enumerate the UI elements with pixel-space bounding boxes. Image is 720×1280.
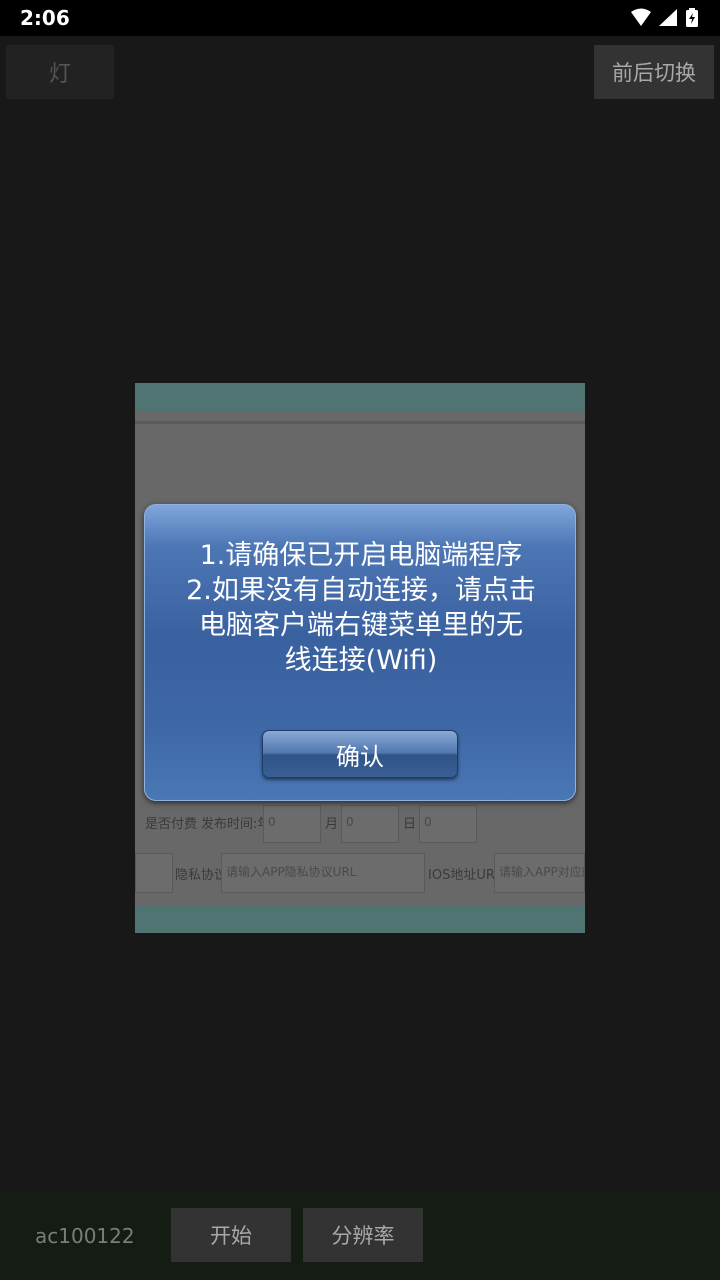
confirm-button[interactable]: 确认 — [262, 730, 458, 778]
preview-left-field — [135, 853, 173, 893]
preview-month-field: 0 — [341, 805, 399, 843]
resolution-button[interactable]: 分辨率 — [303, 1208, 423, 1262]
preview-release-label: 发布时间:年 — [201, 817, 271, 832]
dialog-line: 线连接(Wifi) — [284, 645, 438, 676]
start-button[interactable]: 开始 — [171, 1208, 291, 1262]
preview-paid-label: 是否付费 — [145, 817, 198, 832]
preview-day-label: 日 — [403, 817, 417, 832]
preview-bottom-strip — [135, 905, 585, 933]
light-button[interactable]: 灯 — [6, 45, 114, 99]
preview-month-label: 月 — [325, 817, 339, 832]
preview-year-field: 0 — [263, 805, 321, 843]
dialog-line: 2.如果没有自动连接，请点击 — [186, 575, 536, 606]
preview-day-field: 0 — [419, 805, 477, 843]
status-time: 2:06 — [20, 6, 70, 30]
status-bar: 2:06 — [0, 0, 720, 36]
preview-privacy-field: 请输入APP隐私协议URL — [221, 853, 425, 893]
battery-charging-icon — [686, 8, 698, 27]
device-id: ac100122 — [35, 1224, 135, 1248]
wifi-icon — [631, 8, 651, 26]
status-icons — [630, 7, 702, 29]
camera-switch-button[interactable]: 前后切换 — [594, 45, 714, 99]
preview-ios-label: IOS地址URL — [428, 868, 503, 883]
preview-ios-field: 请输入APP对应的 — [494, 853, 585, 893]
dialog-line: 1.请确保已开启电脑端程序 — [199, 540, 523, 571]
bottom-bar: ac100122 开始 分辨率 — [0, 1190, 720, 1280]
preview-divider — [135, 421, 585, 424]
dialog-line: 电脑客户端右键菜单里的无 — [199, 610, 523, 641]
connection-dialog: 1.请确保已开启电脑端程序 2.如果没有自动连接，请点击 电脑客户端右键菜单里的… — [144, 504, 576, 801]
dialog-message: 1.请确保已开启电脑端程序 2.如果没有自动连接，请点击 电脑客户端右键菜单里的… — [163, 538, 559, 678]
signal-icon — [659, 9, 677, 26]
preview-top-strip — [135, 383, 585, 411]
